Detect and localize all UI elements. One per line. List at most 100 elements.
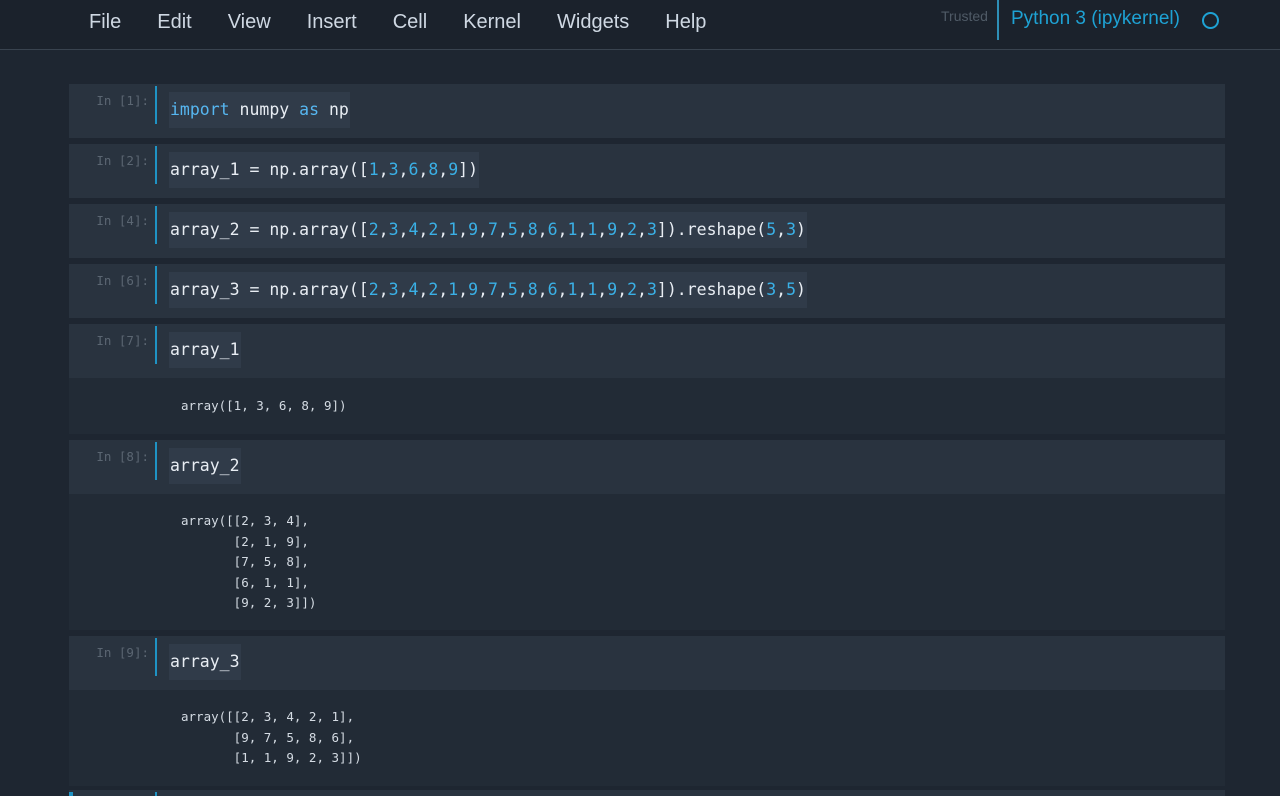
code-editor[interactable]: array_1 = np.array([1,3,6,8,9]) bbox=[169, 152, 480, 188]
notebook-container: In [1]: import numpy as np In [2]: array… bbox=[69, 84, 1225, 792]
menu-insert[interactable]: Insert bbox=[289, 0, 375, 44]
menu-view[interactable]: View bbox=[210, 0, 289, 44]
code-number: 2 bbox=[428, 280, 439, 299]
code-number: 4 bbox=[408, 280, 419, 299]
code-number: 5 bbox=[507, 280, 518, 299]
code-editor[interactable]: array_2 = np.array([2,3,4,2,1,9,7,5,8,6,… bbox=[169, 212, 807, 248]
cell-selection-bar bbox=[155, 146, 157, 184]
code-number: 1 bbox=[567, 220, 578, 239]
cell-selection-bar bbox=[155, 86, 157, 124]
cell-selection-bar bbox=[155, 266, 157, 304]
code-number: 7 bbox=[487, 220, 498, 239]
input-prompt: In [8]: bbox=[96, 449, 149, 464]
cell-input: In [8]: array_2 bbox=[69, 440, 1225, 494]
code-number: 9 bbox=[448, 160, 459, 179]
menu-edit[interactable]: Edit bbox=[139, 0, 209, 44]
code-number: 2 bbox=[627, 220, 638, 239]
code-number: 3 bbox=[388, 220, 399, 239]
code-number: 5 bbox=[507, 220, 518, 239]
code-cell[interactable]: In [4]: array_2 = np.array([2,3,4,2,1,9,… bbox=[69, 204, 1225, 258]
code-editor[interactable]: import numpy as np bbox=[169, 92, 350, 128]
code-number: 1 bbox=[587, 280, 598, 299]
menu-items: File Edit View Insert Cell Kernel Widget… bbox=[71, 0, 724, 44]
code-number: 1 bbox=[368, 160, 379, 179]
code-number: 3 bbox=[766, 280, 777, 299]
input-prompt: In [2]: bbox=[96, 153, 149, 168]
kernel-idle-circle-icon bbox=[1202, 12, 1219, 29]
next-cell-partial bbox=[69, 790, 1225, 796]
menu-help[interactable]: Help bbox=[647, 0, 724, 44]
code-number: 8 bbox=[527, 280, 538, 299]
cell-input: In [9]: array_3 bbox=[69, 636, 1225, 690]
code-cell[interactable]: In [1]: import numpy as np bbox=[69, 84, 1225, 138]
code-number: 1 bbox=[587, 220, 598, 239]
code-number: 1 bbox=[448, 220, 459, 239]
code-number: 6 bbox=[408, 160, 419, 179]
code-number: 1 bbox=[567, 280, 578, 299]
cell-selection-bar bbox=[155, 638, 157, 676]
code-cell[interactable]: In [7]: array_1 array([1, 3, 6, 8, 9]) bbox=[69, 324, 1225, 434]
code-number: 4 bbox=[408, 220, 419, 239]
code-cell[interactable]: In [2]: array_1 = np.array([1,3,6,8,9]) bbox=[69, 144, 1225, 198]
code-number: 9 bbox=[468, 220, 479, 239]
code-number: 8 bbox=[428, 160, 439, 179]
code-number: 2 bbox=[368, 220, 379, 239]
code-number: 3 bbox=[646, 280, 657, 299]
code-number: 7 bbox=[487, 280, 498, 299]
code-number: 9 bbox=[468, 280, 479, 299]
menu-file[interactable]: File bbox=[71, 0, 139, 44]
cell-output: array([1, 3, 6, 8, 9]) bbox=[69, 378, 1225, 434]
code-cell[interactable]: In [9]: array_3 array([[2, 3, 4, 2, 1], … bbox=[69, 636, 1225, 786]
code-cell[interactable]: In [8]: array_2 array([[2, 3, 4], [2, 1,… bbox=[69, 440, 1225, 630]
output-text: array([1, 3, 6, 8, 9]) bbox=[181, 398, 347, 413]
code-cell[interactable]: In [6]: array_3 = np.array([2,3,4,2,1,9,… bbox=[69, 264, 1225, 318]
input-prompt: In [6]: bbox=[96, 273, 149, 288]
kernel-name[interactable]: Python 3 (ipykernel) bbox=[1011, 8, 1180, 30]
cell-output: array([[2, 3, 4, 2, 1], [9, 7, 5, 8, 6],… bbox=[69, 690, 1225, 786]
code-number: 5 bbox=[766, 220, 777, 239]
code-number: 8 bbox=[527, 220, 538, 239]
cell-selection-bar bbox=[155, 206, 157, 244]
code-editor[interactable]: array_3 bbox=[169, 644, 241, 680]
code-number: 6 bbox=[547, 220, 558, 239]
code-editor[interactable]: array_3 = np.array([2,3,4,2,1,9,7,5,8,6,… bbox=[169, 272, 807, 308]
code-number: 3 bbox=[786, 220, 797, 239]
cell-selection-bar bbox=[155, 326, 157, 364]
menu-kernel[interactable]: Kernel bbox=[445, 0, 539, 44]
trusted-indicator[interactable]: Trusted bbox=[941, 8, 988, 24]
menu-cell[interactable]: Cell bbox=[375, 0, 445, 44]
code-number: 2 bbox=[627, 280, 638, 299]
input-prompt: In [9]: bbox=[96, 645, 149, 660]
cell-input: In [2]: array_1 = np.array([1,3,6,8,9]) bbox=[69, 144, 1225, 198]
code-keyword: import bbox=[170, 100, 230, 119]
input-prompt: In [7]: bbox=[96, 333, 149, 348]
code-number: 3 bbox=[388, 280, 399, 299]
cell-output: array([[2, 3, 4], [2, 1, 9], [7, 5, 8], … bbox=[69, 494, 1225, 630]
cell-input: In [4]: array_2 = np.array([2,3,4,2,1,9,… bbox=[69, 204, 1225, 258]
code-number: 1 bbox=[448, 280, 459, 299]
cell-input: In [6]: array_3 = np.array([2,3,4,2,1,9,… bbox=[69, 264, 1225, 318]
cell-selection-bar bbox=[155, 442, 157, 480]
menu-bar: File Edit View Insert Cell Kernel Widget… bbox=[0, 0, 1280, 50]
code-number: 3 bbox=[388, 160, 399, 179]
code-number: 2 bbox=[368, 280, 379, 299]
code-number: 5 bbox=[786, 280, 797, 299]
output-text: array([[2, 3, 4], [2, 1, 9], [7, 5, 8], … bbox=[181, 513, 317, 610]
code-number: 6 bbox=[547, 280, 558, 299]
code-keyword: as bbox=[299, 100, 320, 119]
code-number: 9 bbox=[607, 280, 618, 299]
output-text: array([[2, 3, 4, 2, 1], [9, 7, 5, 8, 6],… bbox=[181, 709, 362, 765]
code-number: 3 bbox=[646, 220, 657, 239]
input-prompt: In [4]: bbox=[96, 213, 149, 228]
code-number: 9 bbox=[607, 220, 618, 239]
code-editor[interactable]: array_2 bbox=[169, 448, 241, 484]
next-cell-edge bbox=[69, 792, 73, 796]
kernel-divider bbox=[997, 0, 999, 40]
input-prompt: In [1]: bbox=[96, 93, 149, 108]
cell-input: In [7]: array_1 bbox=[69, 324, 1225, 378]
cell-input: In [1]: import numpy as np bbox=[69, 84, 1225, 138]
menu-widgets[interactable]: Widgets bbox=[539, 0, 647, 44]
code-number: 2 bbox=[428, 220, 439, 239]
next-cell-selection-bar bbox=[155, 792, 157, 796]
code-editor[interactable]: array_1 bbox=[169, 332, 241, 368]
